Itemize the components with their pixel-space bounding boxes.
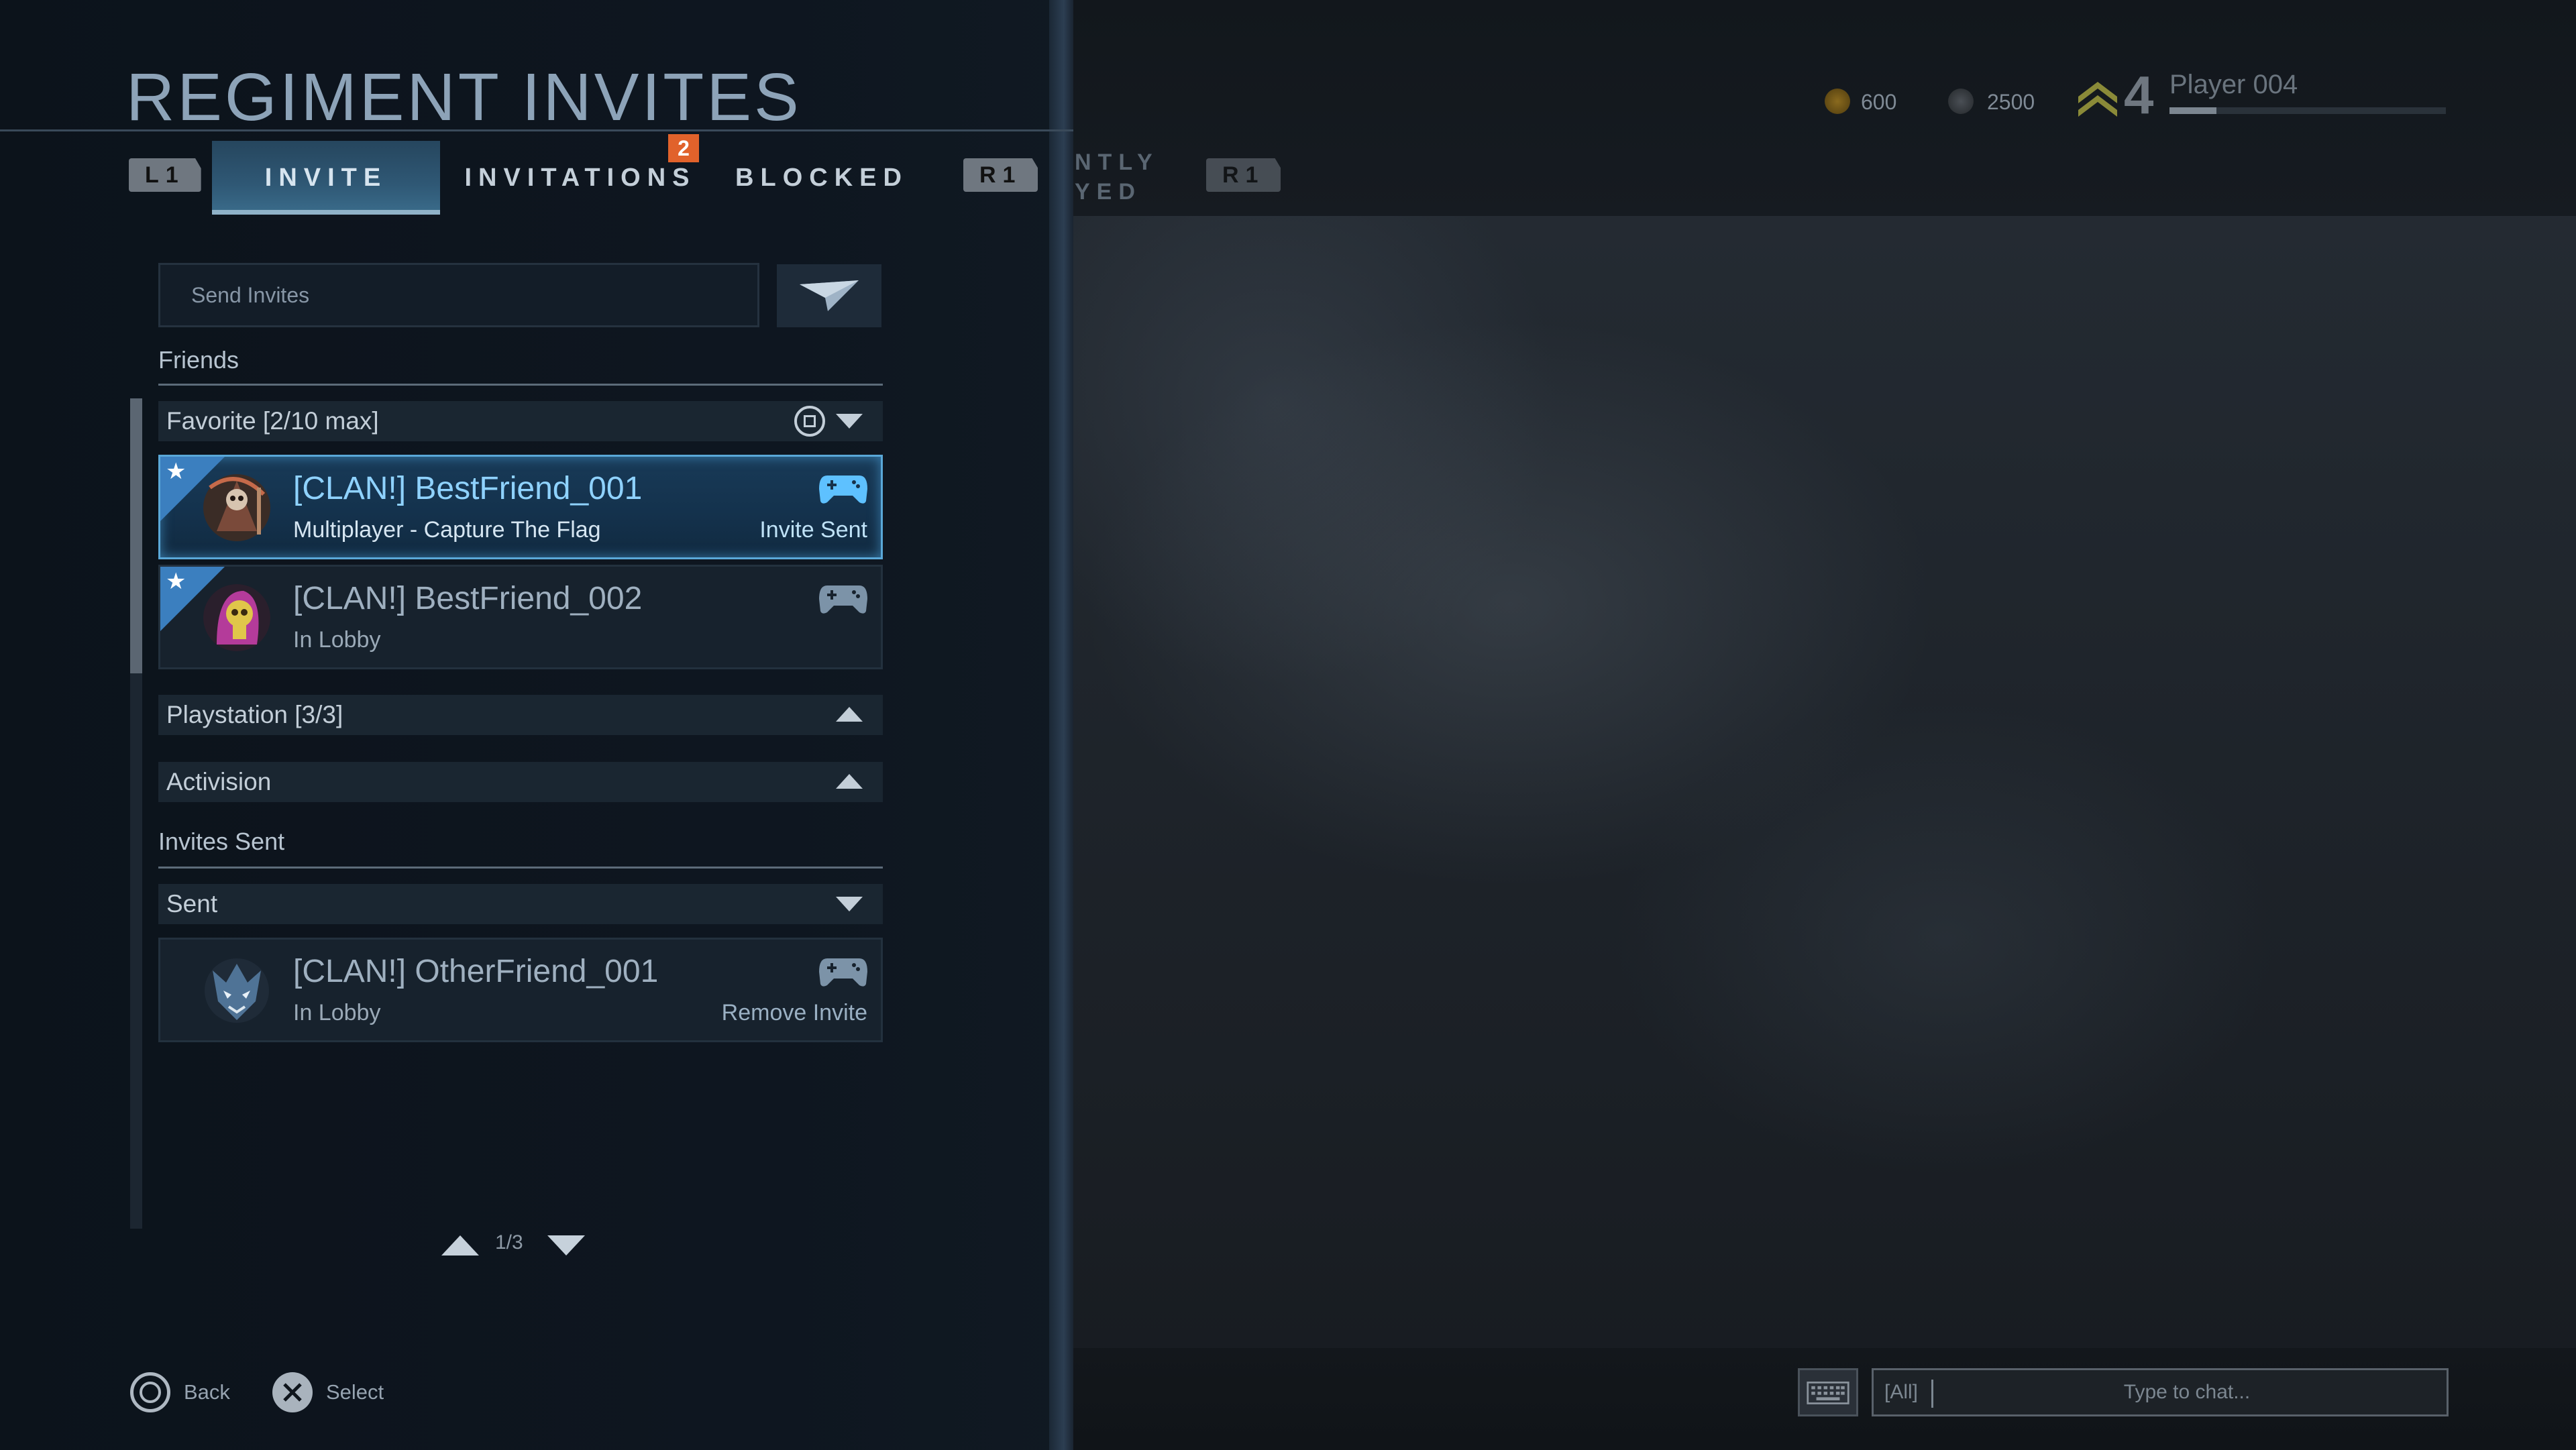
chevron-up-icon [836,707,863,722]
tab-invitations[interactable]: INVITATIONS [463,141,698,215]
favorite-star-icon: ★ [166,568,186,595]
remove-invite-button[interactable]: Remove Invite [722,1000,867,1026]
player-name: Player 004 [2169,70,2298,99]
chevron-down-icon [836,414,863,429]
invites-sent-divider [158,867,883,869]
faded-tab-line2: YED [1075,179,1142,205]
friends-divider [158,384,883,386]
friend-card-bestfriend-002[interactable]: ★ [CLAN!] BestFriend_002 In Lobby [158,565,883,669]
page-title: REGIMENT INVITES [126,60,802,135]
page-indicator: 1/3 [495,1231,523,1253]
xp-progress-fill [2169,107,2217,114]
back-prompt[interactable]: Back [184,1380,230,1404]
cross-button-icon[interactable] [272,1372,313,1412]
favorite-group-label: Favorite [2/10 max] [166,407,379,435]
playstation-group-label: Playstation [3/3] [166,701,343,728]
tab-invite[interactable]: INVITE [212,141,440,215]
invites-sent-section-label: Invites Sent [158,828,285,855]
favorite-star-icon: ★ [166,458,186,485]
square-button-icon [794,406,825,437]
paper-plane-icon [800,280,859,311]
send-invites-button[interactable] [777,264,881,327]
page-down-icon[interactable] [547,1235,585,1256]
faded-tab-line1: NTLY [1075,150,1159,175]
skull-emblem-icon [203,584,270,651]
tab-blocked[interactable]: BLOCKED [731,141,912,215]
title-divider [0,129,1073,131]
friend-name: [CLAN!] BestFriend_001 [293,471,643,506]
l1-bumper-icon[interactable]: L1 [129,158,201,192]
r1-bumper-faded-icon: R1 [1206,158,1281,192]
gamepad-icon [819,476,867,504]
favorite-group-header[interactable]: Favorite [2/10 max] [158,401,883,441]
cp-amount: 600 [1861,90,1897,114]
rank-chevron-icon [2078,82,2117,117]
cp-currency: 600 [1825,89,1905,115]
friend-status: In Lobby [293,627,381,653]
chat-placeholder: Type to chat... [2123,1381,2251,1403]
scrollbar-thumb[interactable] [130,398,142,673]
circle-button-icon[interactable] [130,1372,170,1412]
invite-sent-label: Invite Sent [759,517,867,543]
friend-status: Multiplayer - Capture The Flag [293,517,601,543]
friend-status: In Lobby [293,1000,381,1025]
gamepad-icon [819,958,867,987]
friends-section-label: Friends [158,346,239,374]
invitations-count-badge: 2 [668,134,699,162]
playstation-group-header[interactable]: Playstation [3/3] [158,695,883,735]
chevron-down-icon [836,897,863,911]
xp-currency: 2500 [1948,89,2042,115]
gamepad-icon [819,585,867,614]
token-coin-icon [1948,89,1974,114]
friend-card-otherfriend-001[interactable]: [CLAN!] OtherFriend_001 In Lobby Remove … [158,938,883,1042]
activision-group-label: Activision [166,768,272,795]
sent-group-label: Sent [166,890,218,917]
friend-name: [CLAN!] OtherFriend_001 [293,954,659,989]
chat-input[interactable]: [All] Type to chat... [1872,1368,2449,1416]
token-amount: 2500 [1987,90,2035,114]
wolf-emblem-icon [205,958,269,1023]
r1-bumper-icon[interactable]: R1 [963,158,1038,192]
friend-name: [CLAN!] BestFriend_002 [293,581,643,616]
keyboard-icon[interactable] [1798,1368,1858,1416]
sent-group-header[interactable]: Sent [158,884,883,924]
cp-coin-icon [1825,89,1850,114]
activision-group-header[interactable]: Activision [158,762,883,802]
friend-card-bestfriend-001[interactable]: ★ [CLAN!] BestFriend_001 Multiplayer - C… [158,455,883,559]
send-invites-input[interactable]: Send Invites [158,263,759,327]
panel-edge [1049,0,1073,1450]
select-prompt[interactable]: Select [326,1380,384,1404]
page-up-icon[interactable] [441,1235,479,1256]
tab-recently-played-faded: NTLY YED [1075,148,1159,207]
chevron-up-icon [836,774,863,789]
rank-number: 4 [2124,65,2154,125]
reaper-emblem-icon [203,474,270,541]
